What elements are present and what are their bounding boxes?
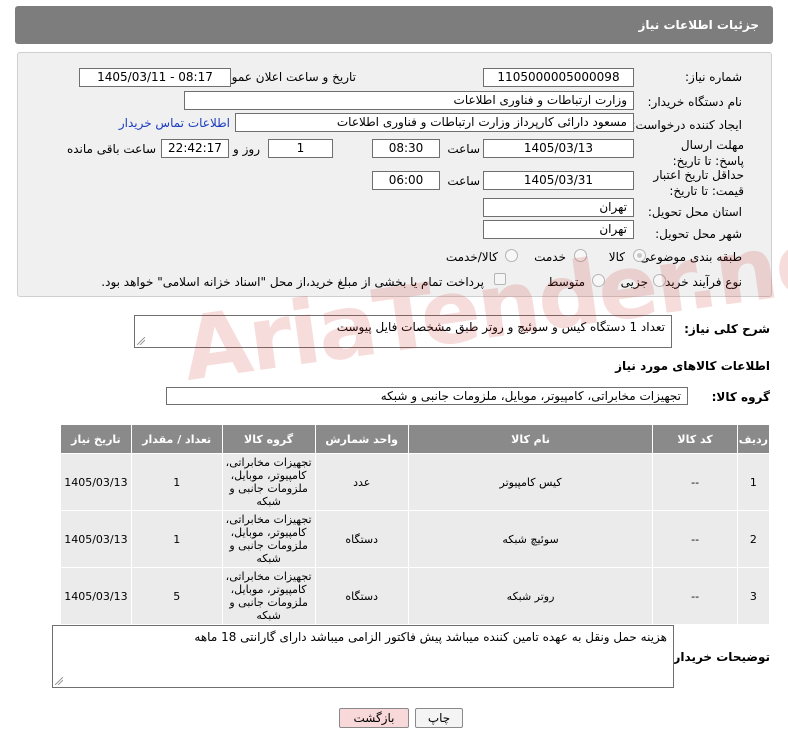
creator-field: مسعود دارائی کارپرداز وزارت ارتباطات و ف… (235, 113, 634, 132)
validity-time-label: ساعت (447, 174, 480, 188)
row-qty: 1 (130, 453, 223, 511)
row-index: 3 (736, 567, 771, 625)
table-row: 2 -- سوئیچ شبکه دستگاه تجهیزات مخابراتی،… (60, 510, 771, 568)
remaining-time-field: 22:42:17 (161, 139, 229, 158)
validity-time-field: 06:00 (372, 171, 440, 190)
col-index: ردیف (736, 424, 771, 454)
row-unit: عدد (314, 453, 409, 511)
row-code: -- (652, 567, 738, 625)
page-header: جزئیات اطلاعات نیاز (15, 6, 773, 44)
remaining-label: ساعت باقی مانده (66, 142, 156, 156)
province-label: استان محل تحویل: (647, 205, 742, 219)
province-field: تهران (483, 198, 634, 217)
row-date: 1405/03/13 (60, 453, 132, 511)
resize-grip-icon[interactable] (55, 677, 63, 685)
buyer-notes-textarea[interactable]: هزینه حمل ونقل به عهده تامین کننده میباش… (52, 625, 674, 688)
row-date: 1405/03/13 (60, 510, 132, 568)
resize-grip-icon[interactable] (137, 337, 145, 345)
validity-label: حداقل تاریخ اعتبار قیمت: تا تاریخ: (653, 168, 744, 198)
city-field: تهران (483, 220, 634, 239)
col-group: گروه کالا (221, 424, 316, 454)
buyer-notes-label: توضیحات خریدار: (668, 650, 770, 664)
deadline-time-label: ساعت (447, 142, 480, 156)
buyer-org-label: نام دستگاه خریدار: (647, 95, 743, 109)
row-date: 1405/03/13 (60, 567, 132, 625)
goods-section-title: اطلاعات کالاهای مورد نیاز (615, 359, 770, 373)
row-unit: دستگاه (314, 510, 409, 568)
deadline-time-field: 08:30 (372, 139, 440, 158)
table-header-row: ردیف کد کالا نام کالا واحد شمارش گروه کا… (60, 424, 771, 454)
goods-group-label: گروه کالا: (711, 390, 770, 404)
need-number-field: 1105000005000098 (483, 68, 634, 87)
row-code: -- (652, 453, 738, 511)
row-group: تجهیزات مخابراتی، کامپیوتر، موبایل، ملزو… (221, 567, 316, 625)
row-code: -- (652, 510, 738, 568)
days-label: روز و (233, 142, 260, 156)
announce-field: 1405/03/11 - 08:17 (79, 68, 231, 87)
table-row: 1 -- کیس کامپیوتر عدد تجهیزات مخابراتی، … (60, 453, 771, 511)
col-name: نام کالا (407, 424, 654, 454)
row-name: کیس کامپیوتر (407, 453, 654, 511)
col-date: تاریخ نیاز (60, 424, 132, 454)
days-field: 1 (268, 139, 333, 158)
deadline-date-field: 1405/03/13 (483, 139, 634, 158)
row-index: 2 (736, 510, 771, 568)
row-index: 1 (736, 453, 771, 511)
col-code: کد کالا (652, 424, 738, 454)
buyer-org-field: وزارت ارتباطات و فناوری اطلاعات (184, 91, 634, 110)
need-number-label: شماره نیاز: (685, 70, 742, 84)
print-button[interactable]: چاپ (415, 708, 463, 728)
row-qty: 1 (130, 510, 223, 568)
table-row: 3 -- روتر شبکه دستگاه تجهیزات مخابراتی، … (60, 567, 771, 625)
deadline-label: مهلت ارسال پاسخ: تا تاریخ: (672, 138, 744, 168)
row-group: تجهیزات مخابراتی، کامپیوتر، موبایل، ملزو… (221, 453, 316, 511)
back-button[interactable]: بازگشت (339, 708, 409, 728)
goods-table: ردیف کد کالا نام کالا واحد شمارش گروه کا… (60, 424, 771, 625)
row-unit: دستگاه (314, 567, 409, 625)
row-qty: 5 (130, 567, 223, 625)
col-qty: تعداد / مقدار (130, 424, 223, 454)
announce-label: تاریخ و ساعت اعلان عمومی: (211, 70, 356, 84)
validity-date-field: 1405/03/31 (483, 171, 634, 190)
contact-info-link[interactable]: اطلاعات تماس خریدار (119, 116, 230, 130)
row-name: سوئیچ شبکه (407, 510, 654, 568)
buyer-notes-text: هزینه حمل ونقل به عهده تامین کننده میباش… (194, 630, 667, 644)
col-unit: واحد شمارش (314, 424, 409, 454)
row-name: روتر شبکه (407, 567, 654, 625)
row-group: تجهیزات مخابراتی، کامپیوتر، موبایل، ملزو… (221, 510, 316, 568)
creator-label: ایجاد کننده درخواست: (631, 118, 742, 132)
page-title: جزئیات اطلاعات نیاز (638, 18, 759, 32)
